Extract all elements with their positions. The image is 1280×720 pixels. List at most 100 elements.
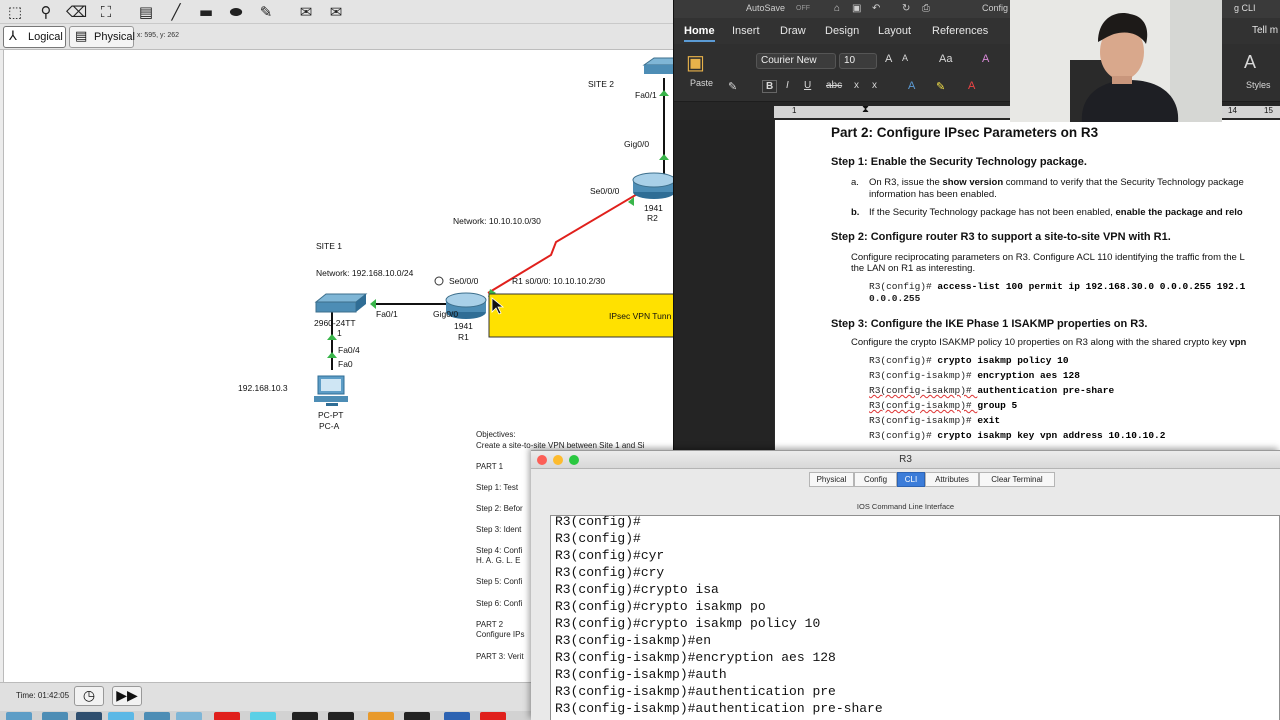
redo-icon[interactable]: ↻ <box>902 3 910 14</box>
device-category-wireless[interactable] <box>176 712 202 720</box>
tab-references[interactable]: References <box>932 25 988 37</box>
label-fa01-top: Fa0/1 <box>635 90 657 100</box>
terminal-line: R3(config-isakmp)#auth <box>555 667 727 682</box>
logical-mode-button[interactable]: ⅄ Logical <box>3 26 66 48</box>
paste-label[interactable]: Paste <box>690 78 713 88</box>
subscript-icon[interactable]: x <box>854 80 859 91</box>
note-icon[interactable]: ▤ <box>136 2 156 22</box>
step2-p1: Configure reciprocating parameters on R3… <box>851 252 1245 263</box>
select-icon[interactable]: ⬚ <box>5 2 25 22</box>
pt-modebar: ⅄ Logical ▤ Physical x: 595, y: 262 <box>0 24 680 50</box>
code-cmd: crypto isakmp policy 10 <box>937 355 1069 366</box>
superscript-icon[interactable]: x <box>872 80 877 91</box>
cable-console[interactable] <box>250 712 276 720</box>
word-sidebar <box>674 120 774 450</box>
underline-icon[interactable]: U <box>804 80 811 91</box>
pc-icon[interactable] <box>314 375 348 406</box>
power-cycle-icon: ◷ <box>82 688 96 704</box>
tab-insert[interactable]: Insert <box>732 25 760 37</box>
bold-icon[interactable]: B <box>762 80 778 93</box>
terminal-line: R3(config)#cry <box>555 565 665 580</box>
styles-icon[interactable]: A <box>1244 52 1256 73</box>
r3-device-window: R3 Physical Config CLI Attributes Clear … <box>531 450 1280 720</box>
tab-config[interactable]: Config <box>854 472 897 487</box>
tab-layout[interactable]: Layout <box>878 25 911 37</box>
cable-phone[interactable] <box>404 712 430 720</box>
inspect-icon[interactable]: ⚲ <box>36 2 56 22</box>
label-site1: SITE 1 <box>316 241 342 251</box>
clear-format-icon[interactable]: A <box>982 53 989 65</box>
ruler-number: 1 <box>792 106 797 115</box>
label-switch-suffix: 1 <box>337 328 342 338</box>
print-icon[interactable]: ⎙ <box>922 3 930 14</box>
document-page[interactable]: Part 2: Configure IPsec Parameters on R3… <box>775 120 1280 450</box>
strikethrough-icon[interactable]: abc <box>826 80 842 91</box>
device-category-routers[interactable] <box>6 712 32 720</box>
ellipse-icon[interactable]: ⬬ <box>226 2 246 22</box>
objectives-line: Step 1: Test <box>476 483 519 492</box>
objectives-line: Configure IPs <box>476 630 525 639</box>
autosave-toggle[interactable]: OFF <box>796 5 810 12</box>
r3-titlebar: R3 <box>531 451 1280 469</box>
font-color-icon[interactable]: A <box>968 80 975 92</box>
power-cycle-button[interactable]: ◷ <box>74 686 104 706</box>
highlight-icon[interactable]: ✎ <box>936 80 945 93</box>
rectangle-icon[interactable]: ▬ <box>196 2 216 22</box>
grow-font-icon[interactable]: A <box>885 53 892 65</box>
cable-straight[interactable] <box>292 712 318 720</box>
change-case-icon[interactable]: Aa <box>939 53 952 65</box>
label-pc-type: PC-PT <box>318 410 344 420</box>
device-category-switches[interactable] <box>42 712 68 720</box>
physical-mode-button[interactable]: ▤ Physical <box>69 26 135 48</box>
code-cmd: group 5 <box>977 400 1018 411</box>
device-category-security[interactable] <box>144 712 170 720</box>
label-se000-r2: Se0/0/0 <box>590 186 620 196</box>
cable-fiber[interactable] <box>368 712 394 720</box>
paste-icon[interactable]: ▣ <box>686 50 705 75</box>
cable-serial-dte[interactable] <box>480 712 506 720</box>
draw-line-icon[interactable]: ╱ <box>166 2 186 22</box>
tab-cli[interactable]: CLI <box>897 472 925 487</box>
styles-label[interactable]: Styles <box>1246 80 1271 90</box>
tell-me-search[interactable]: Tell m <box>1252 25 1278 36</box>
tab-physical[interactable]: Physical <box>809 472 854 487</box>
objectives-line: PART 1 <box>476 462 504 471</box>
freeform-icon[interactable]: ✎ <box>256 2 276 22</box>
tab-draw[interactable]: Draw <box>780 25 806 37</box>
tab-attributes[interactable]: Attributes <box>925 472 979 487</box>
save-icon[interactable]: ▣ <box>852 3 861 14</box>
cable-coax[interactable] <box>444 712 470 720</box>
format-painter-icon[interactable]: ✎ <box>728 80 737 93</box>
label-r1-model: 1941 <box>454 321 473 331</box>
clear-terminal-button[interactable]: Clear Terminal <box>979 472 1055 487</box>
tab-home[interactable]: Home <box>684 25 715 42</box>
device-category-connections[interactable] <box>108 712 134 720</box>
cable-serial[interactable] <box>214 712 240 720</box>
indent-marker-icon[interactable]: ⧗ <box>862 104 869 115</box>
undo-icon[interactable]: ↶ <box>872 3 880 14</box>
code-prompt: R3(config)# <box>869 355 938 366</box>
cable-cross[interactable] <box>328 712 354 720</box>
fast-forward-button[interactable]: ▶▶ <box>112 686 142 706</box>
label-switch-model: 2960-24TT <box>314 318 356 328</box>
text-effects-icon[interactable]: A <box>908 80 915 92</box>
terminal-line: R3(config)#crypto isakmp policy 10 <box>555 616 821 631</box>
font-name-select[interactable]: Courier New <box>756 53 836 69</box>
switch-2960-icon[interactable] <box>314 293 368 313</box>
device-category-end-devices[interactable] <box>76 712 102 720</box>
delete-icon[interactable]: ⌫ <box>66 2 87 22</box>
italic-icon[interactable]: I <box>786 80 789 91</box>
complex-pdu-icon[interactable]: ✉ <box>326 2 346 22</box>
shrink-font-icon[interactable]: A <box>902 53 908 63</box>
font-size-select[interactable]: 10 <box>839 53 877 69</box>
simple-pdu-icon[interactable]: ✉ <box>296 2 316 22</box>
step1a-text: On R3, issue the show version command to… <box>869 177 1244 188</box>
tab-design[interactable]: Design <box>825 25 859 37</box>
step1b-bold: enable the package and relo <box>1115 207 1243 218</box>
step1b-text: If the Security Technology package has n… <box>869 207 1243 218</box>
resize-icon[interactable]: ⛶ <box>96 2 116 22</box>
cli-terminal[interactable]: R3(config)# R3(config)# R3(config)#cyr R… <box>550 515 1280 720</box>
save-icon[interactable]: ⌂ <box>834 3 840 14</box>
router-r2-icon[interactable] <box>632 172 676 199</box>
label-network-lan1: Network: 192.168.10.0/24 <box>316 268 414 278</box>
